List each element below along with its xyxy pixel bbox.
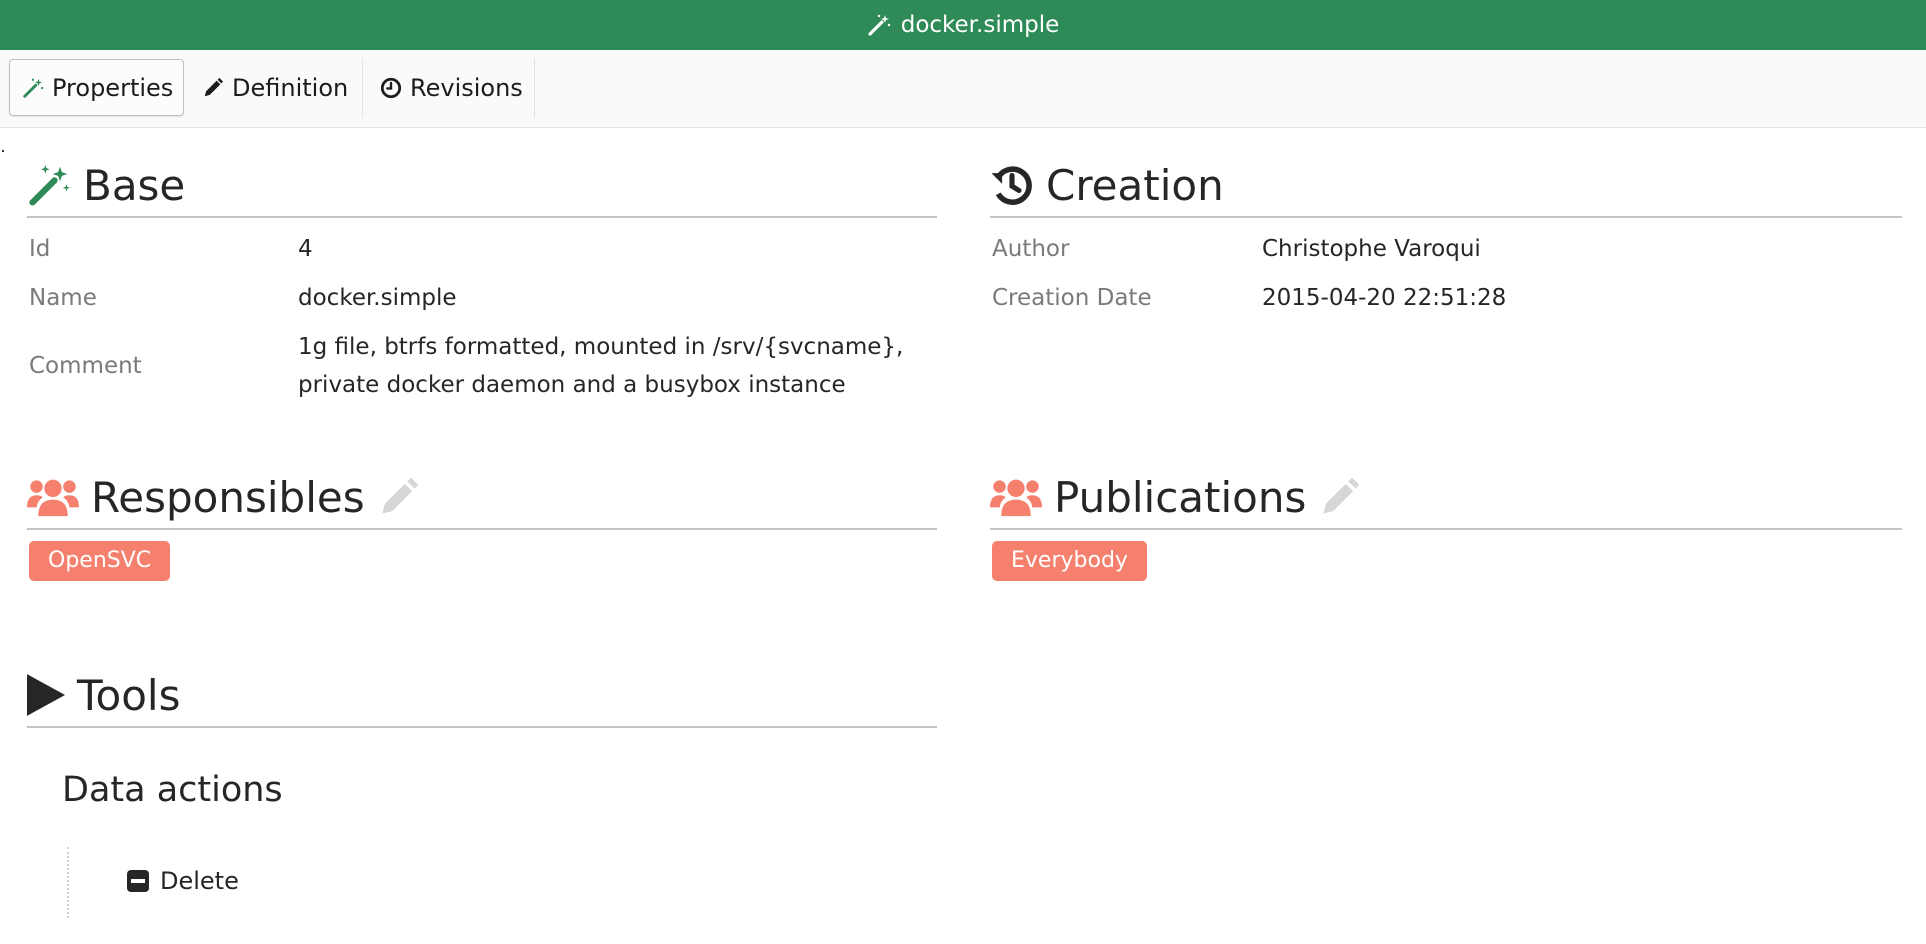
base-section: Base Id 4 Name docker.simple Comment 1g … bbox=[27, 154, 937, 404]
tab-divider bbox=[362, 58, 363, 118]
group-badge[interactable]: OpenSVC bbox=[29, 541, 171, 581]
responsibles-title: Responsibles bbox=[91, 472, 365, 522]
action-tree-line bbox=[67, 847, 69, 918]
pencil-icon[interactable] bbox=[1320, 477, 1360, 517]
pencil-icon bbox=[202, 77, 224, 99]
magic-wand-icon bbox=[27, 162, 71, 208]
prop-label: Author bbox=[992, 236, 1070, 262]
delete-action[interactable]: Delete bbox=[127, 862, 239, 900]
users-icon bbox=[27, 475, 79, 519]
prop-label: Id bbox=[29, 236, 51, 262]
tools-title: Tools bbox=[77, 670, 181, 720]
prop-label: Comment bbox=[29, 353, 142, 379]
tab-label: Revisions bbox=[410, 73, 523, 102]
pencil-icon[interactable] bbox=[379, 477, 419, 517]
delete-action-label: Delete bbox=[160, 867, 239, 895]
creation-title: Creation bbox=[1046, 160, 1224, 210]
history-icon bbox=[990, 163, 1034, 207]
users-icon bbox=[990, 475, 1042, 519]
magic-wand-icon bbox=[867, 13, 891, 37]
tools-section: Tools Data actions Delete bbox=[27, 664, 937, 924]
base-header: Base bbox=[27, 154, 937, 218]
group-badge[interactable]: Everybody bbox=[992, 541, 1147, 581]
tab-properties[interactable]: Properties bbox=[9, 59, 184, 116]
minus-square-icon bbox=[127, 870, 149, 892]
creation-section: Creation Author Christophe Varoqui Creat… bbox=[990, 154, 1902, 334]
tools-header: Tools bbox=[27, 664, 937, 728]
responsibles-section: Responsibles OpenSVC bbox=[27, 466, 937, 586]
tab-divider bbox=[534, 58, 535, 118]
tab-revisions[interactable]: Revisions bbox=[368, 59, 534, 116]
tab-bar: Properties Definition Revisions bbox=[0, 50, 1926, 128]
prop-value-id: 4 bbox=[298, 236, 313, 262]
prop-value-comment-line2: private docker daemon and a busybox inst… bbox=[298, 372, 846, 398]
tab-label: Definition bbox=[232, 73, 349, 102]
tab-definition[interactable]: Definition bbox=[190, 59, 360, 116]
prop-label: Name bbox=[29, 285, 97, 311]
prop-value-creation-date: 2015-04-20 22:51:28 bbox=[1262, 285, 1507, 311]
base-title: Base bbox=[83, 160, 186, 210]
creation-header: Creation bbox=[990, 154, 1902, 218]
data-actions-title: Data actions bbox=[62, 770, 283, 810]
publications-title: Publications bbox=[1054, 472, 1307, 522]
play-icon bbox=[27, 674, 65, 716]
window-title-bar: docker.simple bbox=[0, 0, 1926, 50]
clock-icon bbox=[380, 77, 402, 99]
tab-label: Properties bbox=[52, 73, 174, 102]
magic-wand-icon bbox=[22, 77, 44, 99]
prop-value-name: docker.simple bbox=[298, 285, 457, 311]
responsibles-header: Responsibles bbox=[27, 466, 937, 530]
stray-dot bbox=[2, 150, 4, 152]
prop-label: Creation Date bbox=[992, 285, 1152, 311]
prop-value-author: Christophe Varoqui bbox=[1262, 236, 1481, 262]
publications-header: Publications bbox=[990, 466, 1902, 530]
publications-section: Publications Everybody bbox=[990, 466, 1902, 586]
window-title: docker.simple bbox=[900, 12, 1060, 38]
prop-value-comment-line1: 1g file, btrfs formatted, mounted in /sr… bbox=[298, 334, 904, 360]
